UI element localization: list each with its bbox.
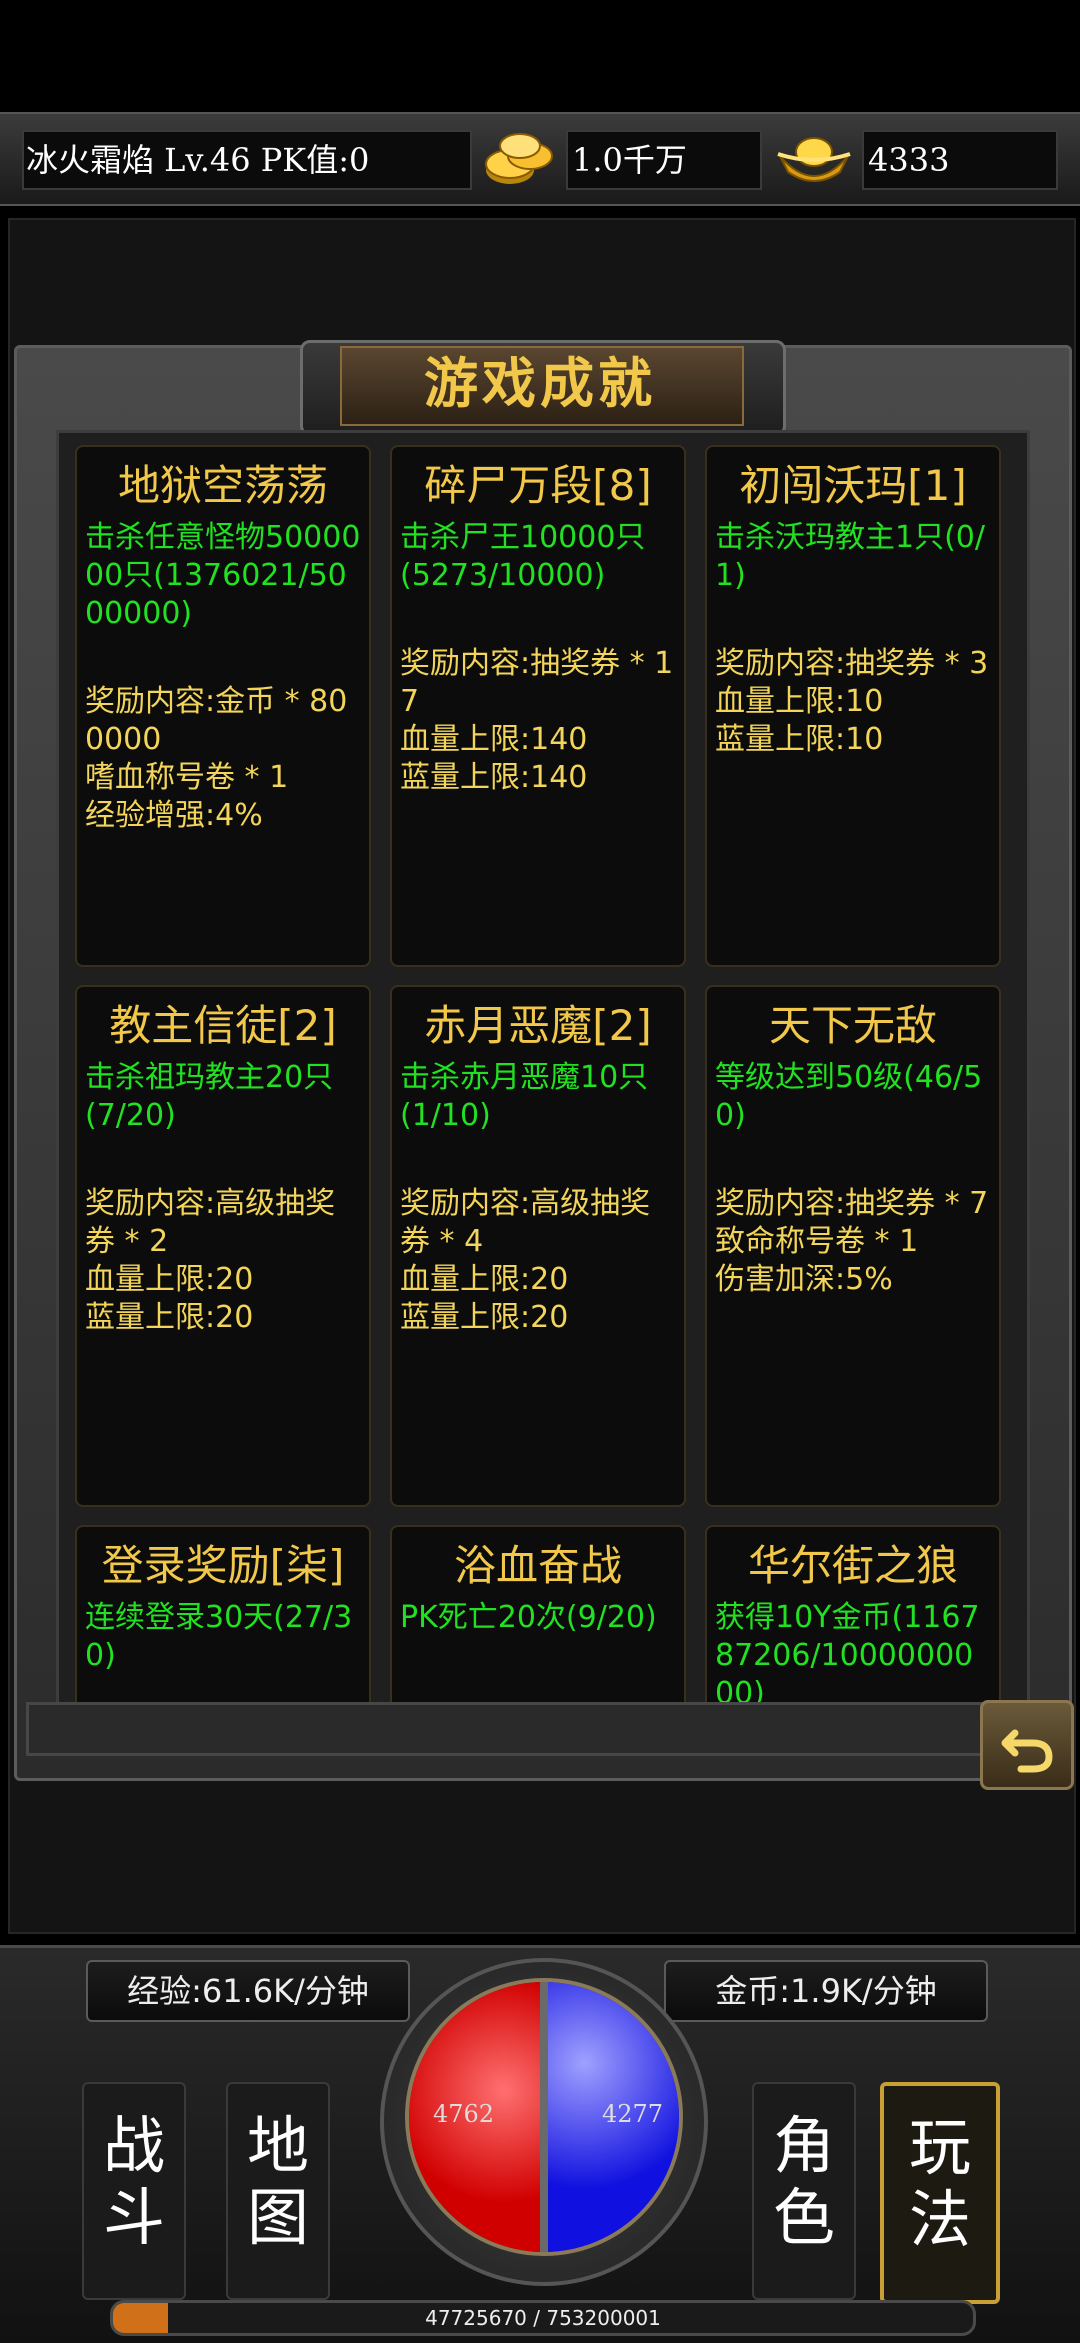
mp-value: 4277: [602, 2100, 664, 2128]
nav-character[interactable]: 角 色: [752, 2082, 856, 2300]
achievement-card[interactable]: 教主信徒[2] 击杀祖玛教主20只(7/20) 奖励内容:高级抽奖券 * 2 血…: [75, 985, 371, 1507]
achievement-card[interactable]: 登录奖励[柒] 连续登录30天(27/30): [75, 1525, 371, 1703]
exp-text: 47725670 / 753200001: [425, 2306, 661, 2330]
achievement-reward: 奖励内容:金币 * 800000 嗜血称号卷 * 1 经验增强:4%: [85, 684, 348, 833]
achievement-reward: 奖励内容:抽奖券 * 3 血量上限:10 蓝量上限:10: [715, 646, 989, 757]
player-info: 冰火霜焰 Lv.46 PK值:0: [26, 141, 370, 179]
hp-value: 4762: [433, 2100, 495, 2128]
achievement-card[interactable]: 赤月恶魔[2] 击杀赤月恶魔10只(1/10) 奖励内容:高级抽奖券 * 4 血…: [390, 985, 686, 1507]
back-button[interactable]: [980, 1700, 1074, 1790]
back-arrow-icon: [1001, 1729, 1053, 1773]
gold-ingot-icon: [777, 137, 851, 182]
achievement-task: 击杀赤月恶魔10只(1/10): [400, 1060, 649, 1133]
achievement-reward: 奖励内容:高级抽奖券 * 2 血量上限:20 蓝量上限:20: [85, 1186, 336, 1335]
achievement-task: 获得10Y金币(116787206/1000000000): [715, 1600, 980, 1706]
nav-map-label: 地 图: [246, 2109, 309, 2254]
nav-battle[interactable]: 战 斗: [82, 2082, 186, 2300]
achievement-title: 赤月恶魔[2]: [424, 1001, 652, 1050]
gold-amount: 1.0千万: [572, 141, 687, 179]
achievement-task: 等级达到50级(46/50): [715, 1060, 983, 1133]
achievement-task: 击杀沃玛教主1只(0/1): [715, 520, 985, 593]
achievement-title: 教主信徒[2]: [109, 1001, 337, 1050]
nav-gameplay-label: 玩 法: [908, 2111, 971, 2256]
achievement-title: 华尔街之狼: [747, 1541, 958, 1590]
page-title: 游戏成就: [424, 352, 656, 415]
achievement-reward: 奖励内容:抽奖券 * 7 致命称号卷 * 1 伤害加深:5%: [715, 1186, 989, 1297]
achievement-reward: 奖励内容:高级抽奖券 * 4 血量上限:20 蓝量上限:20: [400, 1186, 651, 1335]
achievement-card[interactable]: 浴血奋战 PK死亡20次(9/20): [390, 1525, 686, 1703]
achievement-task: 击杀祖玛教主20只(7/20): [85, 1060, 334, 1133]
nav-character-label: 角 色: [772, 2109, 835, 2254]
achievement-title: 浴血奋战: [453, 1541, 622, 1590]
achievement-card[interactable]: 地狱空荡荡 击杀任意怪物5000000只(1376021/5000000) 奖励…: [75, 445, 371, 967]
gold-coins-icon: [485, 133, 553, 184]
status-bar: 冰火霜焰 Lv.46 PK值:0 1.0千万 4333: [0, 112, 1080, 206]
achievement-reward: 奖励内容:抽奖券 * 17 血量上限:140 蓝量上限:140: [400, 646, 674, 795]
achievement-task: 连续登录30天(27/30): [85, 1600, 353, 1673]
achievement-task: 击杀尸王10000只(5273/10000): [400, 520, 646, 593]
nav-gameplay[interactable]: 玩 法: [880, 2082, 1000, 2304]
achievement-title: 地狱空荡荡: [117, 461, 328, 510]
ingot-amount: 4333: [868, 141, 950, 179]
player-info-box: 冰火霜焰 Lv.46 PK值:0: [22, 130, 472, 190]
ingot-box: 4333: [862, 130, 1058, 190]
achievement-title: 碎尸万段[8]: [424, 461, 652, 510]
achievement-card[interactable]: 碎尸万段[8] 击杀尸王10000只(5273/10000) 奖励内容:抽奖券 …: [390, 445, 686, 967]
achievement-title: 天下无敌: [768, 1001, 937, 1050]
hp-mp-orb: 4762 4277: [405, 1978, 683, 2256]
achievement-title: 登录奖励[柒]: [101, 1541, 345, 1590]
achievement-grid[interactable]: 地狱空荡荡 击杀任意怪物5000000只(1376021/5000000) 奖励…: [56, 430, 1030, 1706]
achievement-card[interactable]: 天下无敌 等级达到50级(46/50) 奖励内容:抽奖券 * 7 致命称号卷 *…: [705, 985, 1001, 1507]
frame-bottom-bar: [26, 1702, 984, 1756]
achievement-task: 击杀任意怪物5000000只(1376021/5000000): [85, 520, 361, 631]
gold-rate: 金币:1.9K/分钟: [664, 1960, 988, 2022]
gold-box: 1.0千万: [566, 130, 762, 190]
nav-battle-label: 战 斗: [102, 2109, 165, 2254]
orb-divider: [540, 1982, 548, 2252]
achievement-task: PK死亡20次(9/20): [400, 1600, 657, 1635]
exp-rate: 经验:61.6K/分钟: [86, 1960, 410, 2022]
achievement-card[interactable]: 华尔街之狼 获得10Y金币(116787206/1000000000): [705, 1525, 1001, 1706]
achievement-card[interactable]: 初闯沃玛[1] 击杀沃玛教主1只(0/1) 奖励内容:抽奖券 * 3 血量上限:…: [705, 445, 1001, 967]
exp-bar: 47725670 / 753200001: [110, 2300, 976, 2336]
nav-map[interactable]: 地 图: [226, 2082, 330, 2300]
achievement-title: 初闯沃玛[1]: [739, 461, 967, 510]
